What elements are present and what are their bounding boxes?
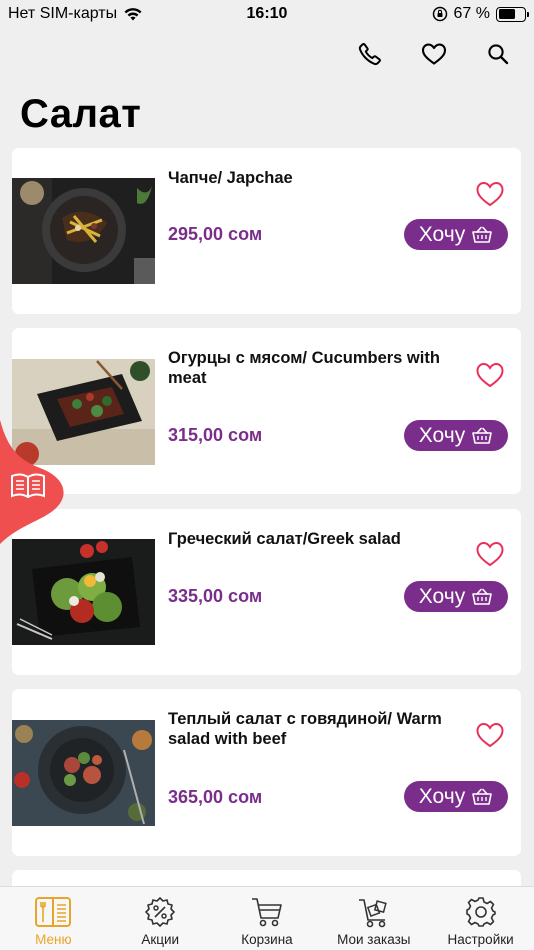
- product-card[interactable]: Греческий салат/Greek salad 335,00 сом Х…: [12, 509, 521, 675]
- product-name: Теплый салат с говядиной/ Warm salad wit…: [168, 710, 442, 748]
- tab-promotions-label: Акции: [141, 932, 180, 947]
- search-icon: [488, 44, 509, 65]
- product-card[interactable]: Теплый салат с говядиной/ Warm salad wit…: [12, 689, 521, 856]
- menu-book-icon: [35, 897, 72, 927]
- phone-button[interactable]: [356, 40, 384, 68]
- product-photo: [12, 720, 155, 826]
- want-button-label: Хочу: [418, 784, 466, 808]
- settings-gear-icon: [465, 897, 496, 927]
- heart-icon: [421, 43, 447, 65]
- product-price: 335,00 сом: [168, 586, 263, 606]
- orientation-lock-icon: [432, 6, 447, 22]
- favorite-button[interactable]: [475, 361, 507, 389]
- heart-outline-icon: [476, 722, 504, 748]
- tab-settings-label: Настройки: [447, 932, 514, 947]
- heart-outline-icon: [476, 541, 504, 567]
- tab-promotions[interactable]: Акции: [107, 887, 214, 950]
- want-button-label: Хочу: [418, 222, 466, 246]
- orders-cart-icon: [358, 899, 387, 928]
- battery-level: [498, 9, 516, 19]
- favorites-button[interactable]: [420, 40, 448, 68]
- product-name: Огурцы с мясом/ Cucumbers with meat: [168, 349, 440, 387]
- battery-percent: 67 %: [453, 5, 490, 22]
- tab-menu-label: Меню: [35, 932, 72, 947]
- favorite-button[interactable]: [475, 180, 507, 208]
- tab-settings[interactable]: Настройки: [427, 887, 534, 950]
- want-button-label: Хочу: [418, 584, 466, 608]
- battery-icon: [496, 6, 529, 22]
- status-right: 67 %: [432, 5, 529, 23]
- product-price: 295,00 сом: [168, 224, 263, 244]
- basket-icon: [472, 588, 493, 605]
- phone-icon: [358, 42, 381, 66]
- want-button[interactable]: Хочу: [404, 219, 508, 250]
- want-button[interactable]: Хочу: [404, 781, 508, 812]
- header-actions: [356, 40, 512, 68]
- product-name: Чапче/ Japchae: [168, 169, 293, 187]
- favorite-button[interactable]: [475, 540, 507, 568]
- product-photo: [12, 539, 155, 645]
- favorite-button[interactable]: [475, 721, 507, 749]
- product-name: Греческий салат/Greek salad: [168, 530, 401, 548]
- want-button[interactable]: Хочу: [404, 420, 508, 451]
- cart-icon: [251, 898, 282, 927]
- heart-outline-icon: [476, 181, 504, 207]
- side-menu-tab[interactable]: [0, 420, 66, 544]
- basket-icon: [472, 226, 493, 243]
- tab-cart-label: Корзина: [241, 932, 293, 947]
- product-price: 365,00 сом: [168, 787, 263, 807]
- want-button[interactable]: Хочу: [404, 581, 508, 612]
- tab-menu[interactable]: Меню: [0, 887, 107, 950]
- want-button-label: Хочу: [418, 423, 466, 447]
- heart-outline-icon: [476, 362, 504, 388]
- status-bar: Нет SIM-карты 16:10 67 %: [0, 0, 534, 28]
- discount-gear-icon: [145, 897, 175, 927]
- tab-orders-label: Мои заказы: [337, 932, 411, 947]
- basket-icon: [472, 427, 493, 444]
- product-price: 315,00 сом: [168, 425, 263, 445]
- search-button[interactable]: [484, 40, 512, 68]
- tab-orders[interactable]: Мои заказы: [320, 887, 427, 950]
- product-photo: [12, 178, 155, 284]
- tab-bar: Меню Акции Корзина Мои заказы Настройки: [0, 886, 534, 950]
- page-title: Салат: [20, 92, 142, 136]
- product-card[interactable]: Огурцы с мясом/ Cucumbers with meat 315,…: [12, 328, 521, 494]
- tab-cart[interactable]: Корзина: [214, 887, 321, 950]
- product-card[interactable]: Чапче/ Japchae 295,00 сом Хочу: [12, 148, 521, 314]
- basket-icon: [472, 788, 493, 805]
